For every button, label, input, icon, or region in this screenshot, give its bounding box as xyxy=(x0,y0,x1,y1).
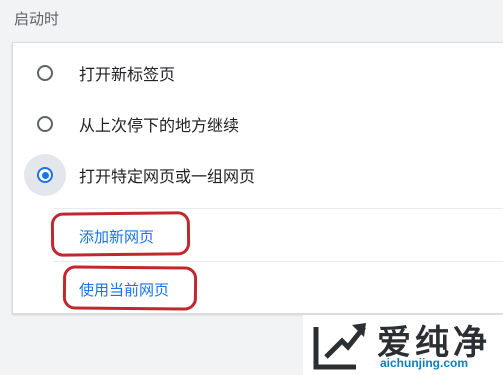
option-label-new-tab: 打开新标签页 xyxy=(79,65,176,84)
startup-option-continue[interactable]: 从上次停下的地方继续 xyxy=(13,99,503,149)
radio-new-tab[interactable] xyxy=(37,65,53,81)
site-watermark: 爱纯净 aichunjing.com xyxy=(303,315,503,375)
use-current-pages-link[interactable]: 使用当前网页 xyxy=(79,279,169,300)
divider xyxy=(53,261,503,262)
use-current-row: 使用当前网页 xyxy=(53,264,503,314)
section-title: 启动时 xyxy=(14,10,60,28)
radio-continue[interactable] xyxy=(37,116,53,132)
watermark-logo-icon xyxy=(313,323,366,370)
add-page-row: 添加新网页 xyxy=(53,211,503,261)
divider xyxy=(53,208,503,209)
watermark-domain: aichunjing.com xyxy=(380,356,469,370)
option-label-continue: 从上次停下的地方继续 xyxy=(79,116,240,135)
option-label-specific-pages: 打开特定网页或一组网页 xyxy=(79,167,256,186)
startup-options-card: 打开新标签页 从上次停下的地方继续 打开特定网页或一组网页 添加新网页 使用当前… xyxy=(12,42,503,314)
startup-option-new-tab[interactable]: 打开新标签页 xyxy=(13,48,503,98)
settings-page: 启动时 打开新标签页 从上次停下的地方继续 打开特定网页或一组网页 添加新网页 … xyxy=(0,0,503,375)
add-new-page-link[interactable]: 添加新网页 xyxy=(79,226,154,247)
startup-option-specific-pages[interactable]: 打开特定网页或一组网页 xyxy=(13,150,503,200)
radio-specific-pages[interactable] xyxy=(37,167,53,183)
